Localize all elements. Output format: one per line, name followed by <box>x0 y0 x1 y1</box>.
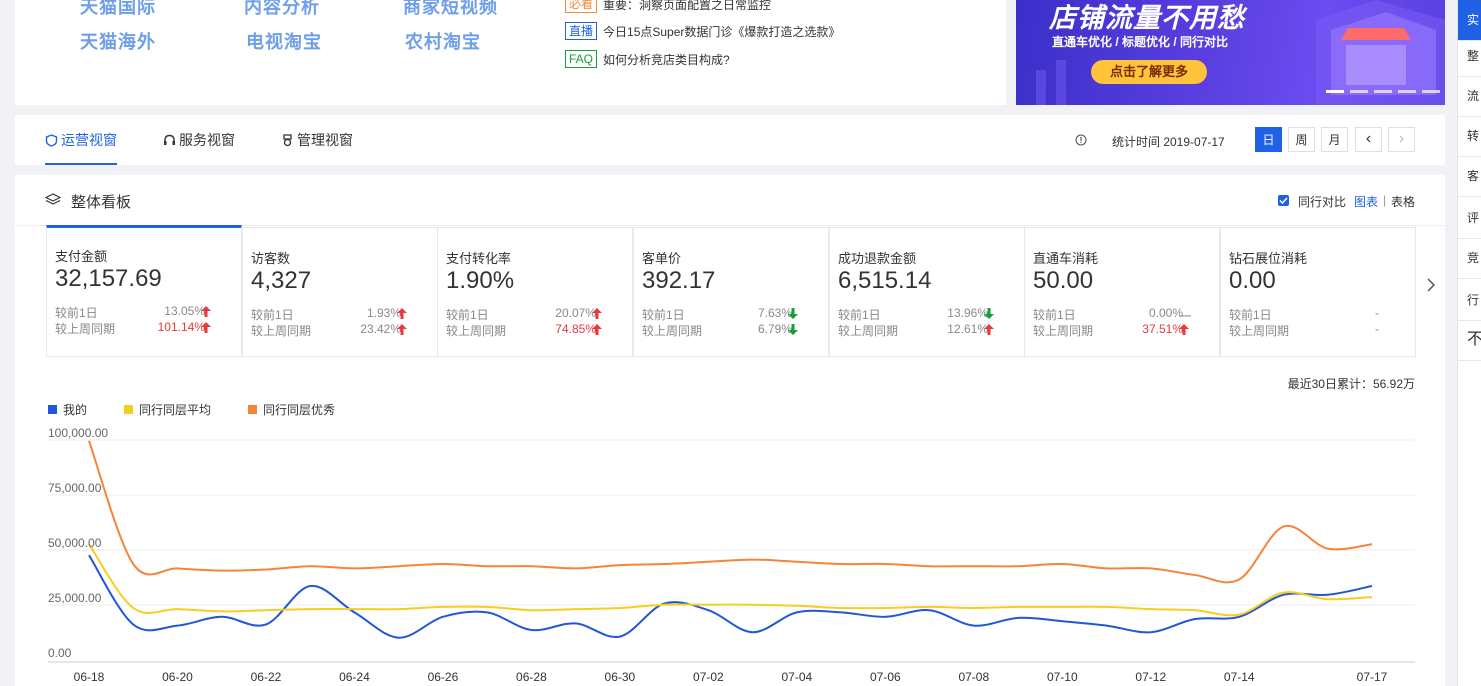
x-tick-label: 06-22 <box>250 670 282 684</box>
x-tick-label: 06-26 <box>427 670 459 684</box>
x-tick-label: 06-20 <box>162 670 193 684</box>
x-tick-label: 07-06 <box>869 670 901 684</box>
x-tick-label: 07-17 <box>1356 670 1388 684</box>
x-tick-label: 07-14 <box>1223 670 1255 684</box>
y-tick-label: 0.00 <box>48 646 72 660</box>
y-tick-label: 100,000.00 <box>48 426 109 440</box>
x-tick-label: 06-24 <box>339 670 370 684</box>
x-tick-label: 07-10 <box>1046 670 1078 684</box>
x-tick-label: 06-30 <box>604 670 636 684</box>
series-line-peer-top[interactable] <box>88 440 1373 584</box>
y-tick-label: 25,000.00 <box>48 591 102 605</box>
x-tick-label: 07-02 <box>693 670 724 684</box>
x-tick-label: 06-18 <box>73 670 105 684</box>
x-tick-label: 06-28 <box>516 670 547 684</box>
y-tick-label: 50,000.00 <box>48 536 102 550</box>
x-tick-label: 07-08 <box>958 670 990 684</box>
x-tick-label: 07-12 <box>1135 670 1167 684</box>
x-tick-label: 07-04 <box>781 670 813 684</box>
trend-line-chart <box>48 439 1415 663</box>
y-tick-label: 75,000.00 <box>48 481 102 495</box>
